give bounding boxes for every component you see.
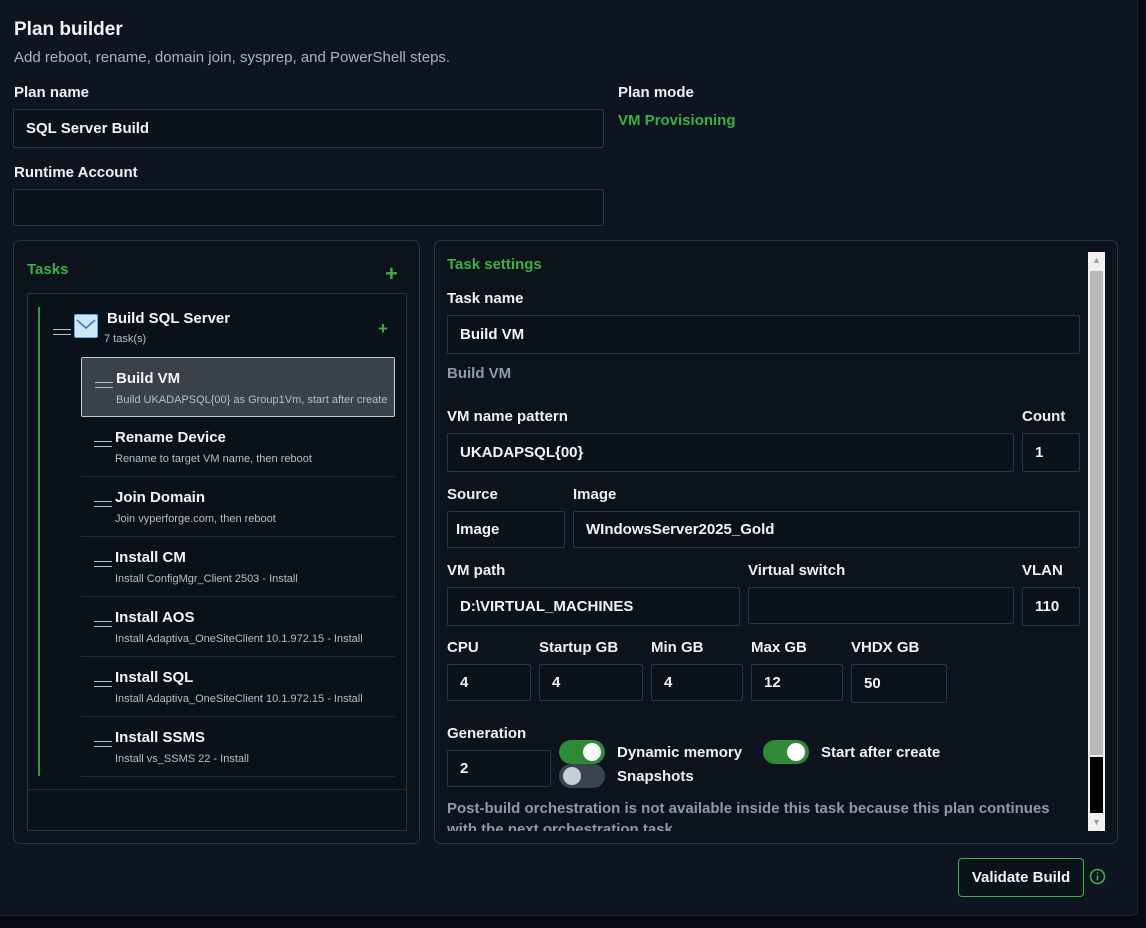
task-item-name: Join Domain — [115, 489, 206, 506]
vlan-input[interactable] — [1022, 587, 1080, 626]
start-after-create-toggle[interactable] — [763, 740, 809, 764]
snapshots-label: Snapshots — [617, 768, 694, 785]
start-after-create-label: Start after create — [821, 744, 941, 761]
group-name[interactable]: Build SQL Server — [107, 310, 230, 327]
startup-gb-input[interactable] — [539, 664, 643, 701]
tree-branch-line — [38, 307, 40, 776]
task-item-desc: Install Adaptiva_OneSiteClient 10.1.972.… — [115, 693, 363, 705]
task-item-name: Install SSMS — [115, 729, 206, 746]
task-item-install-cm[interactable]: Install CM Install ConfigMgr_Client 2503… — [81, 537, 395, 597]
startup-gb-label: Startup GB — [539, 639, 619, 656]
task-item-install-aos[interactable]: Install AOS Install Adaptiva_OneSiteClie… — [81, 597, 395, 657]
group-task-count: 7 task(s) — [104, 333, 147, 345]
task-item-desc: Install Adaptiva_OneSiteClient 10.1.972.… — [115, 633, 363, 645]
plan-name-input[interactable] — [13, 109, 604, 148]
generation-label: Generation — [447, 725, 527, 742]
group-drag-handle-icon[interactable] — [53, 322, 71, 340]
source-label: Source — [447, 486, 498, 503]
scroll-down-arrow-icon[interactable]: ▼ — [1088, 814, 1105, 831]
vm-name-pattern-label: VM name pattern — [447, 408, 568, 425]
dynamic-memory-label: Dynamic memory — [617, 744, 743, 761]
min-gb-label: Min GB — [651, 639, 704, 656]
orchestration-note: Post-build orchestration is not availabl… — [447, 800, 1050, 831]
tasks-panel-title: Tasks — [27, 261, 69, 278]
task-item-name: Build VM — [116, 370, 181, 387]
count-label: Count — [1022, 408, 1066, 425]
info-circle-icon[interactable] — [1089, 868, 1106, 885]
add-subtask-icon[interactable]: + — [378, 320, 388, 337]
drag-handle-icon[interactable] — [94, 621, 112, 627]
max-gb-label: Max GB — [751, 639, 807, 656]
count-input[interactable] — [1022, 433, 1080, 472]
envelope-icon — [74, 314, 98, 338]
runtime-account-input[interactable] — [13, 189, 604, 226]
source-select[interactable] — [447, 511, 565, 548]
drag-handle-icon[interactable] — [94, 441, 112, 447]
runtime-account-label: Runtime Account — [14, 164, 138, 181]
drag-handle-icon[interactable] — [94, 741, 112, 747]
drag-handle-icon[interactable] — [94, 501, 112, 507]
page-title: Plan builder — [14, 19, 123, 40]
task-item-desc: Build UKADAPSQL{00} as Group1Vm, start a… — [116, 394, 388, 406]
task-item-install-sql[interactable]: Install SQL Install Adaptiva_OneSiteClie… — [81, 657, 395, 717]
toggle-knob — [583, 743, 601, 761]
task-name-input[interactable] — [447, 315, 1080, 354]
vm-name-pattern-input[interactable] — [447, 433, 1014, 472]
task-item-name: Install AOS — [115, 609, 195, 626]
drag-handle-icon[interactable] — [94, 681, 112, 687]
toggle-knob — [563, 767, 581, 785]
max-gb-input[interactable] — [751, 664, 843, 701]
task-name-label: Task name — [447, 290, 524, 307]
task-item-desc: Join vyperforge.com, then reboot — [115, 513, 276, 525]
scrollbar-thumb[interactable] — [1090, 271, 1103, 755]
task-item-name: Rename Device — [115, 429, 226, 446]
page-subtitle: Add reboot, rename, domain join, sysprep… — [14, 49, 451, 66]
task-item-desc: Install ConfigMgr_Client 2503 - Install — [115, 573, 298, 585]
vlan-label: VLAN — [1022, 562, 1063, 579]
add-task-icon[interactable]: + — [385, 263, 398, 285]
tree-divider — [28, 789, 406, 790]
task-item-build-vm[interactable]: Build VM Build UKADAPSQL{00} as Group1Vm… — [81, 357, 395, 417]
toggle-knob — [787, 743, 805, 761]
plan-mode-value: VM Provisioning — [618, 112, 736, 129]
image-input[interactable] — [573, 511, 1080, 548]
vm-path-label: VM path — [447, 562, 506, 579]
vhdx-gb-label: VHDX GB — [851, 639, 920, 656]
task-item-name: Install CM — [115, 549, 186, 566]
drag-handle-icon[interactable] — [94, 561, 112, 567]
image-label: Image — [573, 486, 617, 503]
task-item-install-ssms[interactable]: Install SSMS Install vs_SSMS 22 - Instal… — [81, 717, 395, 777]
task-item-rename-device[interactable]: Rename Device Rename to target VM name, … — [81, 417, 395, 477]
scroll-up-arrow-icon[interactable]: ▲ — [1088, 252, 1105, 269]
plan-name-label: Plan name — [14, 84, 90, 101]
vm-path-input[interactable] — [447, 587, 740, 626]
validate-build-button[interactable]: Validate Build — [958, 858, 1084, 897]
task-type-label: Build VM — [447, 365, 512, 382]
task-item-desc: Install vs_SSMS 22 - Install — [115, 753, 249, 765]
min-gb-input[interactable] — [651, 664, 743, 701]
virtual-switch-input[interactable] — [748, 587, 1014, 624]
drag-handle-icon[interactable] — [95, 382, 113, 388]
cpu-input[interactable] — [447, 664, 531, 701]
snapshots-toggle[interactable] — [559, 764, 605, 788]
plan-mode-label: Plan mode — [618, 84, 694, 101]
task-item-join-domain[interactable]: Join Domain Join vyperforge.com, then re… — [81, 477, 395, 537]
task-item-name: Install SQL — [115, 669, 194, 686]
settings-title: Task settings — [447, 256, 542, 273]
virtual-switch-label: Virtual switch — [748, 562, 846, 579]
generation-input[interactable] — [447, 750, 551, 787]
vhdx-gb-input[interactable] — [851, 664, 947, 703]
task-item-desc: Rename to target VM name, then reboot — [115, 453, 312, 465]
cpu-label: CPU — [447, 639, 479, 656]
scrollbar-dark-region — [1090, 757, 1103, 813]
dynamic-memory-toggle[interactable] — [559, 740, 605, 764]
